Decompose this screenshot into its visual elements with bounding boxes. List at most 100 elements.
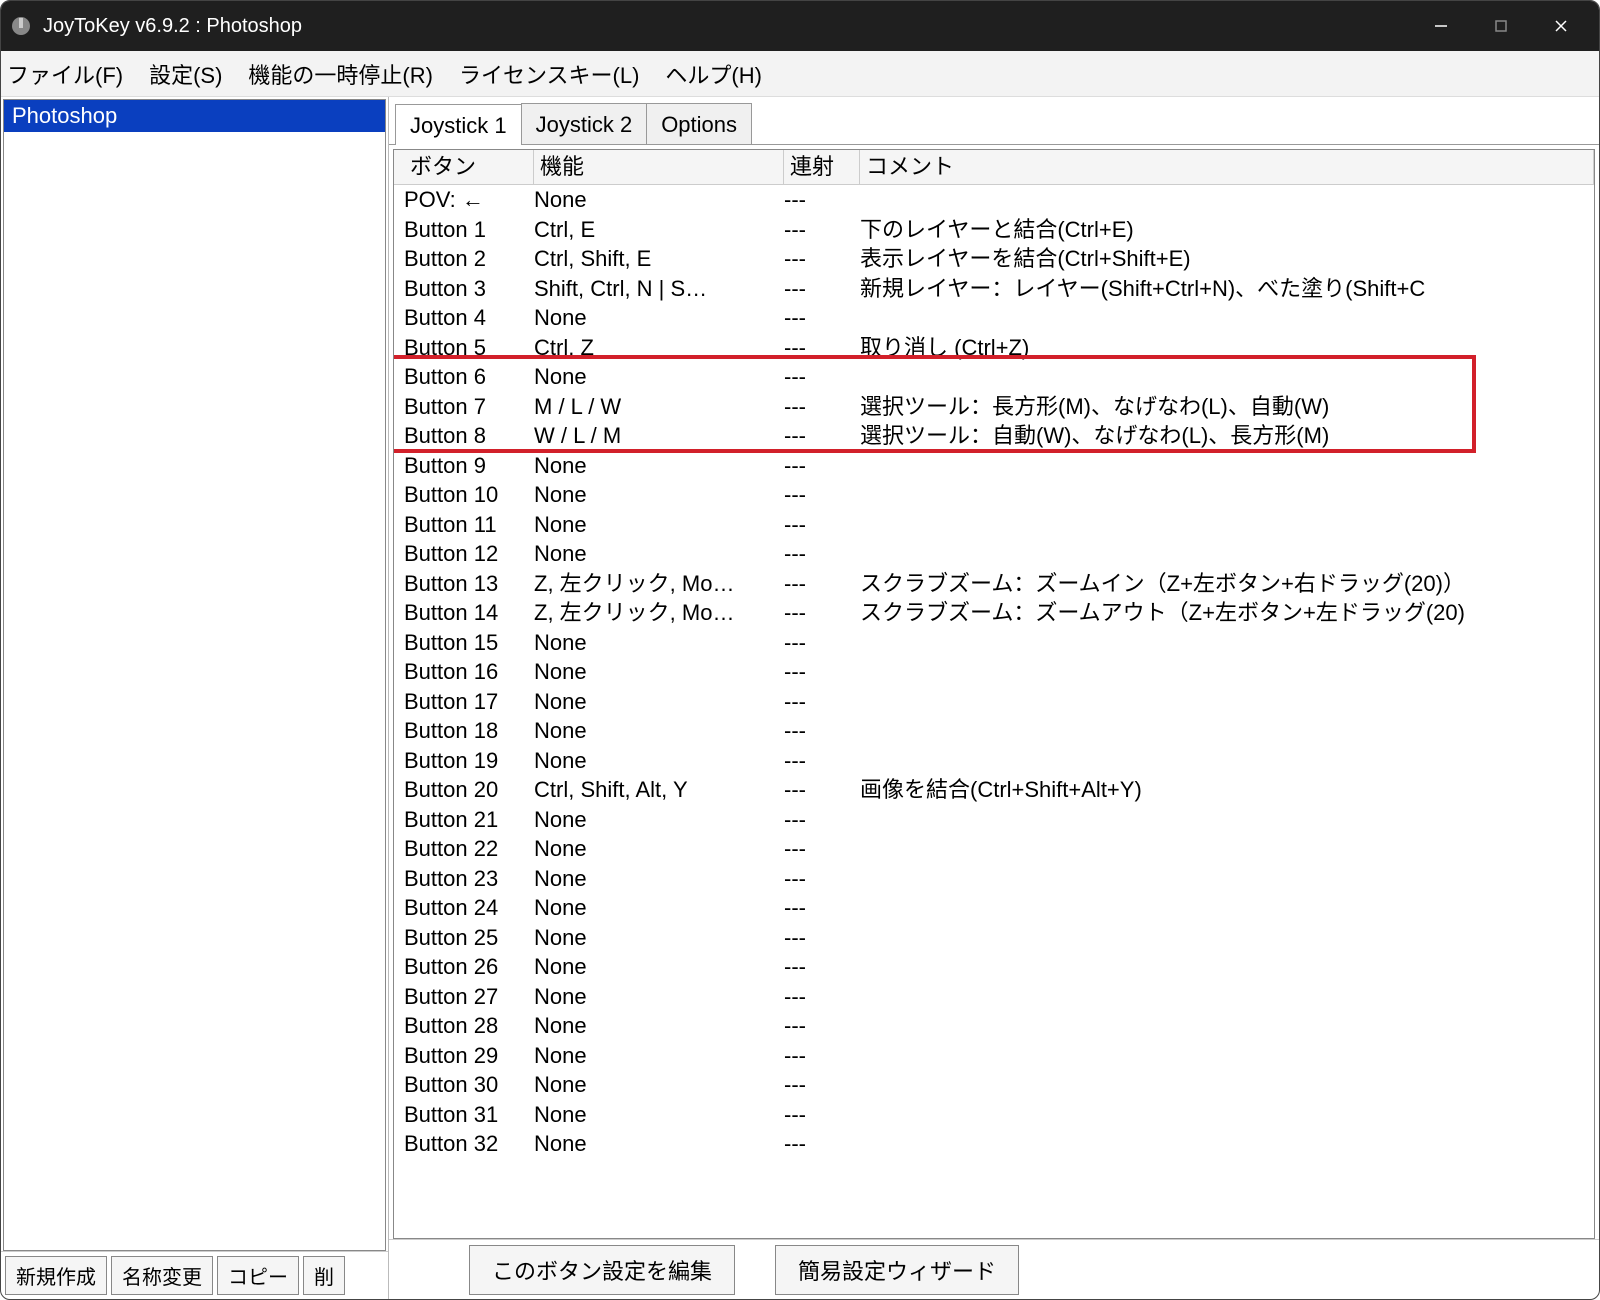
maximize-button[interactable] bbox=[1471, 6, 1531, 46]
body: Photoshop 新規作成 名称変更 コピー 削 Joystick 1 Joy… bbox=[1, 97, 1599, 1299]
table-row[interactable]: Button 21None--- bbox=[394, 805, 1594, 835]
table-row[interactable]: Button 19None--- bbox=[394, 746, 1594, 776]
cell bbox=[860, 657, 1594, 687]
menu-pause[interactable]: 機能の一時停止(R) bbox=[248, 58, 433, 90]
cell: POV: ← bbox=[404, 185, 534, 215]
cell: Button 13 bbox=[404, 569, 534, 599]
profile-item[interactable]: Photoshop bbox=[4, 100, 385, 132]
cell: Button 25 bbox=[404, 923, 534, 953]
cell: --- bbox=[784, 1011, 860, 1041]
table-row[interactable]: Button 9None--- bbox=[394, 451, 1594, 481]
cell: --- bbox=[784, 392, 860, 422]
table-row[interactable]: Button 2Ctrl, Shift, E---表示レイヤーを結合(Ctrl+… bbox=[394, 244, 1594, 274]
cell: --- bbox=[784, 303, 860, 333]
cell: --- bbox=[784, 952, 860, 982]
table-header: ボタン 機能 連射 コメント bbox=[394, 150, 1594, 185]
table-row[interactable]: Button 23None--- bbox=[394, 864, 1594, 894]
cell: Ctrl, E bbox=[534, 215, 784, 245]
cell: None bbox=[534, 1129, 784, 1159]
table-row[interactable]: Button 13Z, 左クリック, Mo…---スクラブズーム：ズームイン（Z… bbox=[394, 569, 1594, 599]
cell: Button 18 bbox=[404, 716, 534, 746]
cell: --- bbox=[784, 274, 860, 304]
cell: Button 27 bbox=[404, 982, 534, 1012]
cell: None bbox=[534, 1041, 784, 1071]
menu-help[interactable]: ヘルプ(H) bbox=[665, 58, 762, 90]
close-button[interactable] bbox=[1531, 6, 1591, 46]
cell: Shift, Ctrl, N | S… bbox=[534, 274, 784, 304]
table-row[interactable]: Button 6None--- bbox=[394, 362, 1594, 392]
cell: None bbox=[534, 1070, 784, 1100]
table-row[interactable]: Button 11None--- bbox=[394, 510, 1594, 540]
minimize-button[interactable] bbox=[1411, 6, 1471, 46]
cell: None bbox=[534, 1100, 784, 1130]
cell: Button 5 bbox=[404, 333, 534, 363]
table-row[interactable]: Button 1Ctrl, E---下のレイヤーと結合(Ctrl+E) bbox=[394, 215, 1594, 245]
table-row[interactable]: Button 27None--- bbox=[394, 982, 1594, 1012]
cell: Button 21 bbox=[404, 805, 534, 835]
copy-profile-button[interactable]: コピー bbox=[217, 1256, 299, 1295]
table-row[interactable]: Button 24None--- bbox=[394, 893, 1594, 923]
table-row[interactable]: POV: ←None--- bbox=[394, 185, 1594, 215]
edit-button-settings[interactable]: このボタン設定を編集 bbox=[469, 1245, 735, 1295]
tab-joystick2[interactable]: Joystick 2 bbox=[521, 103, 648, 144]
col-rapid[interactable]: 連射 bbox=[784, 150, 860, 184]
table-row[interactable]: Button 17None--- bbox=[394, 687, 1594, 717]
table-row[interactable]: Button 10None--- bbox=[394, 480, 1594, 510]
cell: Button 22 bbox=[404, 834, 534, 864]
table-row[interactable]: Button 14Z, 左クリック, Mo…---スクラブズーム：ズームアウト（… bbox=[394, 598, 1594, 628]
cell: --- bbox=[784, 805, 860, 835]
table-row[interactable]: Button 15None--- bbox=[394, 628, 1594, 658]
sidebar: Photoshop 新規作成 名称変更 コピー 削 bbox=[1, 97, 389, 1299]
cell: --- bbox=[784, 716, 860, 746]
cell: --- bbox=[784, 834, 860, 864]
cell: Button 2 bbox=[404, 244, 534, 274]
profile-list[interactable]: Photoshop bbox=[3, 99, 386, 1251]
table-row[interactable]: Button 31None--- bbox=[394, 1100, 1594, 1130]
tab-joystick1[interactable]: Joystick 1 bbox=[395, 104, 522, 145]
cell: Button 23 bbox=[404, 864, 534, 894]
main-panel: Joystick 1 Joystick 2 Options ボタン 機能 連射 … bbox=[389, 97, 1599, 1299]
table-row[interactable]: Button 32None--- bbox=[394, 1129, 1594, 1159]
tab-options[interactable]: Options bbox=[646, 103, 752, 144]
table-row[interactable]: Button 8W / L / M---選択ツール：自動(W)、なげなわ(L)、… bbox=[394, 421, 1594, 451]
table-row[interactable]: Button 30None--- bbox=[394, 1070, 1594, 1100]
col-comment[interactable]: コメント bbox=[860, 150, 1594, 184]
table-row[interactable]: Button 12None--- bbox=[394, 539, 1594, 569]
menu-file[interactable]: ファイル(F) bbox=[7, 58, 123, 90]
cell: Button 31 bbox=[404, 1100, 534, 1130]
cell bbox=[860, 805, 1594, 835]
new-profile-button[interactable]: 新規作成 bbox=[5, 1256, 107, 1295]
cell: Button 16 bbox=[404, 657, 534, 687]
table-row[interactable]: Button 29None--- bbox=[394, 1041, 1594, 1071]
cell: None bbox=[534, 185, 784, 215]
cell: Ctrl, Shift, Alt, Y bbox=[534, 775, 784, 805]
table-row[interactable]: Button 3Shift, Ctrl, N | S…---新規レイヤー：レイヤ… bbox=[394, 274, 1594, 304]
table-row[interactable]: Button 7M / L / W---選択ツール：長方形(M)、なげなわ(L)… bbox=[394, 392, 1594, 422]
mapping-table[interactable]: ボタン 機能 連射 コメント POV: ←None---Button 1Ctrl… bbox=[393, 149, 1595, 1239]
cell: Button 3 bbox=[404, 274, 534, 304]
table-row[interactable]: Button 16None--- bbox=[394, 657, 1594, 687]
col-button[interactable]: ボタン bbox=[404, 150, 534, 184]
table-row[interactable]: Button 4None--- bbox=[394, 303, 1594, 333]
menu-settings[interactable]: 設定(S) bbox=[149, 58, 222, 90]
cell: W / L / M bbox=[534, 421, 784, 451]
rename-profile-button[interactable]: 名称変更 bbox=[111, 1256, 213, 1295]
table-row[interactable]: Button 22None--- bbox=[394, 834, 1594, 864]
table-row[interactable]: Button 18None--- bbox=[394, 716, 1594, 746]
table-row[interactable]: Button 28None--- bbox=[394, 1011, 1594, 1041]
tab-bar: Joystick 1 Joystick 2 Options bbox=[389, 97, 1599, 145]
table-row[interactable]: Button 25None--- bbox=[394, 923, 1594, 953]
cell: 選択ツール：長方形(M)、なげなわ(L)、自動(W) bbox=[860, 392, 1594, 422]
col-function[interactable]: 機能 bbox=[534, 150, 784, 184]
cell bbox=[860, 687, 1594, 717]
menu-license[interactable]: ライセンスキー(L) bbox=[459, 58, 639, 90]
table-row[interactable]: Button 26None--- bbox=[394, 952, 1594, 982]
table-row[interactable]: Button 5Ctrl, Z---取り消し (Ctrl+Z) bbox=[394, 333, 1594, 363]
easy-setup-wizard[interactable]: 簡易設定ウィザード bbox=[775, 1245, 1019, 1295]
table-row[interactable]: Button 20Ctrl, Shift, Alt, Y---画像を結合(Ctr… bbox=[394, 775, 1594, 805]
cell: Button 11 bbox=[404, 510, 534, 540]
cell bbox=[860, 451, 1594, 481]
delete-profile-button[interactable]: 削 bbox=[303, 1256, 345, 1295]
cell: None bbox=[534, 893, 784, 923]
cell: --- bbox=[784, 333, 860, 363]
